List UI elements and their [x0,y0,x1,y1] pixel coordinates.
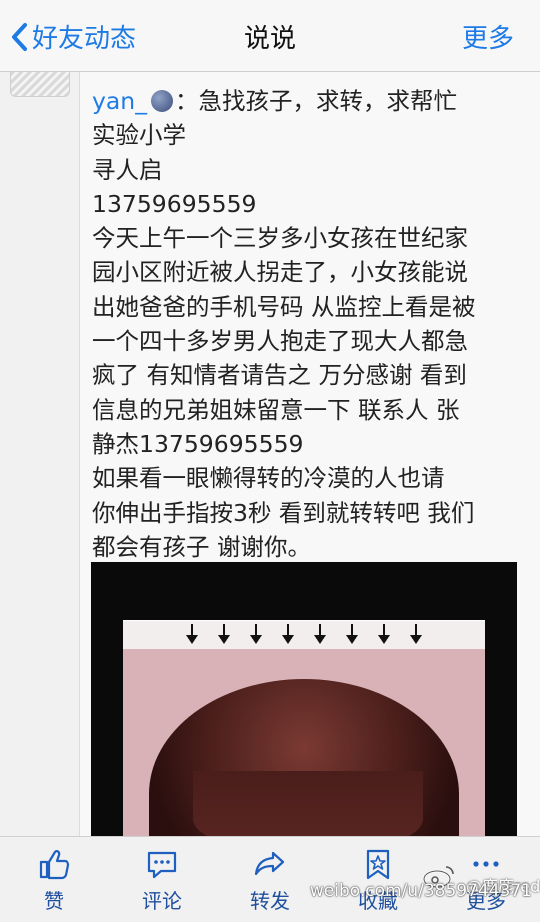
comment-button[interactable]: 评论 [122,847,202,914]
post-line: 一个四十多岁男人抱走了现大人都急 [92,327,468,356]
post-title-text: ：急找孩子，求转，求帮忙 [174,87,457,115]
avatar-column [0,72,80,836]
arrow-down-icon [247,624,265,646]
post-line: 出她爸爸的手机号码 从监控上看是被 [92,292,476,321]
post-body: yan_ ：急找孩子，求转，求帮忙 实验小学 寻人启 13759695559 今天… [92,84,522,564]
arrow-down-icon [375,624,393,646]
like-button[interactable]: 赞 [14,847,94,914]
post-header-line: yan_ ：急找孩子，求转，求帮忙 [92,84,522,118]
comment-label: 评论 [142,889,182,913]
post-line: 你伸出手指按3秒 看到就转转吧 我们 [92,498,475,527]
like-label: 赞 [44,889,64,913]
more-button[interactable]: 更多 [462,18,514,55]
arrow-down-icon [407,624,425,646]
arrow-down-icon [215,624,233,646]
arrow-down-icon [343,624,361,646]
post-line: 实验小学 [92,121,186,150]
avatar[interactable] [10,72,70,97]
arrow-down-icon [183,624,201,646]
bottom-toolbar: 赞 评论 转发 收藏 更多 @鹿鹿red weibo.com/u/3859744… [0,836,540,922]
share-button[interactable]: 转发 [230,847,310,914]
post-line: 寻人启 [92,155,163,184]
post-content: yan_ ：急找孩子，求转，求帮忙 实验小学 寻人启 13759695559 今天… [80,72,540,836]
arrow-strip [123,621,485,649]
arrow-down-icon [279,624,297,646]
photo-frame [123,620,485,836]
post-line: 静杰13759695559 [92,429,304,458]
post-line: 园小区附近被人拐走了，小女孩能说 [92,258,468,287]
bookmark-star-icon [366,849,390,880]
post-line: 今天上午一个三岁多小女孩在世纪家 [92,224,468,253]
arrow-down-icon [311,624,329,646]
post-line: 疯了 有知情者请告之 万分感谢 看到 [92,361,467,390]
post-line: 13759695559 [92,189,257,218]
navigation-bar: 好友动态 说说 更多 [0,0,540,72]
comment-icon [147,851,177,879]
post-line: 如果看一眼懒得转的冷漠的人也请 [92,464,445,493]
thumbs-up-icon [39,850,70,880]
author-name[interactable]: yan_ [92,87,147,115]
watermark-url: weibo.com/u/3859744371 [309,881,532,901]
page-title: 说说 [243,24,296,54]
share-label: 转发 [250,889,290,913]
post-line: 信息的兄弟姐妹留意一下 联系人 张 [92,395,460,424]
avatar-emoji-icon [150,90,173,112]
share-arrow-icon [254,851,285,876]
child-bangs-image [193,771,423,836]
post-line: 都会有孩子 谢谢你。 [92,532,311,561]
post-photo[interactable] [91,562,517,836]
